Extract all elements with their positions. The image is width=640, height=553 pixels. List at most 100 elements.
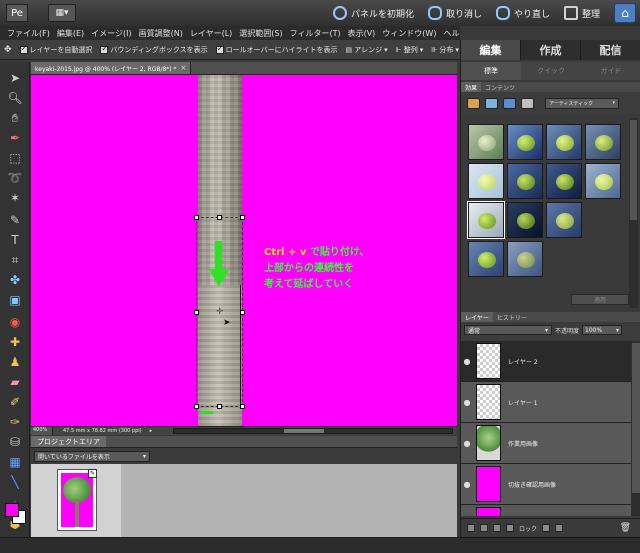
tab-edit[interactable]: 編集 <box>461 40 521 60</box>
workspace-menu-button[interactable]: ▦▾ <box>48 4 76 22</box>
transform-handle[interactable] <box>194 404 199 409</box>
home-button[interactable]: ⌂ <box>614 3 636 23</box>
transform-handle[interactable] <box>240 215 245 220</box>
eye-icon[interactable]: ● <box>461 357 473 366</box>
layer-row[interactable]: ● 作業用画像 <box>461 423 631 464</box>
effect-thumbnail[interactable] <box>585 163 621 199</box>
menu-image[interactable]: イメージ(I) <box>91 28 131 39</box>
document-tab[interactable]: keyaki-2015.jpg @ 400% (レイヤー 2, RGB/8*) … <box>31 62 192 74</box>
clone-stamp-tool-icon[interactable]: ♟ <box>7 354 23 370</box>
eye-icon[interactable]: ● <box>461 480 473 489</box>
transform-handle[interactable] <box>217 215 222 220</box>
recompose-tool-icon[interactable]: ▣ <box>7 292 23 308</box>
effect-thumbnail[interactable] <box>468 124 504 160</box>
eraser-tool-icon[interactable]: ▰ <box>7 374 23 390</box>
magic-wand-tool-icon[interactable]: ✶ <box>7 190 23 206</box>
photo-effects-icon[interactable] <box>503 97 516 109</box>
show-files-dropdown[interactable]: 開いているファイルを表示 ▾ <box>34 450 150 462</box>
tab-create[interactable]: 作成 <box>521 40 581 60</box>
menu-file[interactable]: ファイル(F) <box>7 28 50 39</box>
effects-category-dropdown[interactable]: アーティスティック ▾ <box>545 97 619 109</box>
new-layer-icon[interactable] <box>467 524 475 532</box>
move-tool-icon[interactable]: ➤ <box>7 70 23 86</box>
menu-filter[interactable]: フィルター(T) <box>290 28 341 39</box>
tab-content[interactable]: コンテンツ <box>481 82 519 92</box>
hand-tool-icon[interactable]: ✋︎ <box>7 110 23 126</box>
auto-select-checkbox[interactable]: レイヤーを自動選択 <box>19 44 92 55</box>
zoom-field[interactable]: 400% <box>31 427 53 435</box>
menu-view[interactable]: 表示(V) <box>348 28 376 39</box>
tab-effects[interactable]: 効果 <box>461 82 482 92</box>
red-eye-tool-icon[interactable]: ◉ <box>7 314 23 330</box>
effect-thumbnail[interactable] <box>546 163 582 199</box>
effect-thumbnail[interactable] <box>467 201 505 239</box>
info-arrow-icon[interactable]: ▸ <box>150 428 153 434</box>
layer-row[interactable]: ● 切抜き確認用画像 <box>461 464 631 505</box>
type-tool-icon[interactable]: T <box>7 232 23 248</box>
menu-edit[interactable]: 編集(E) <box>57 28 84 39</box>
redo-button[interactable]: やり直し <box>495 6 550 20</box>
effect-thumbnail[interactable] <box>468 241 504 277</box>
tab-layers[interactable]: レイヤー <box>461 312 493 322</box>
new-group-icon[interactable] <box>480 524 488 532</box>
menu-enhance[interactable]: 画質調整(N) <box>139 28 183 39</box>
effect-thumbnail[interactable] <box>468 163 504 199</box>
crop-tool-icon[interactable]: ⌗ <box>7 252 23 268</box>
transform-handle[interactable] <box>194 215 199 220</box>
align-dropdown[interactable]: ⊩ 整列 ▾ <box>396 45 424 55</box>
trash-icon[interactable]: 🗑︎ <box>620 523 631 533</box>
all-effects-icon[interactable] <box>521 97 534 109</box>
effect-thumbnail[interactable] <box>507 241 543 277</box>
tab-guided[interactable]: ガイド <box>581 62 640 80</box>
lock-transparent-icon[interactable] <box>542 524 551 532</box>
canvas[interactable]: ✛ ➤ Ctrl + v で貼り付け、 上部からの連続性を 考えて延ばしていく <box>31 75 457 426</box>
layer-row[interactable]: ● レイヤー 2 <box>461 341 631 382</box>
distribute-dropdown[interactable]: ⊪ 分布 ▾ <box>431 45 459 55</box>
zoom-tool-icon[interactable]: 🔍︎ <box>7 90 23 106</box>
link-layers-icon[interactable] <box>506 524 514 532</box>
menu-layer[interactable]: レイヤー(L) <box>190 28 232 39</box>
eyedropper-tool-icon[interactable]: ✒ <box>7 130 23 146</box>
menu-select[interactable]: 選択範囲(S) <box>239 28 282 39</box>
organize-button[interactable]: 整理 <box>563 6 600 20</box>
transform-handle[interactable] <box>240 404 245 409</box>
rollover-checkbox[interactable]: ロールオーバーにハイライトを表示 <box>215 44 337 55</box>
tab-share[interactable]: 配信 <box>581 40 640 60</box>
menu-window[interactable]: ウィンドウ(W) <box>382 28 436 39</box>
close-icon[interactable]: × <box>181 64 187 72</box>
transform-handle[interactable] <box>240 310 245 315</box>
lock-all-icon[interactable] <box>555 524 564 532</box>
effect-thumbnail[interactable] <box>585 124 621 160</box>
transform-handle[interactable] <box>194 310 199 315</box>
brush-tool-icon[interactable]: ✐ <box>7 394 23 410</box>
reset-panels-button[interactable]: パネルを初期化 <box>332 6 414 20</box>
cookie-cutter-tool-icon[interactable]: ✤ <box>7 272 23 288</box>
horizontal-scrollbar[interactable] <box>173 428 453 434</box>
effect-thumbnail[interactable] <box>507 202 543 238</box>
effects-scrollbar[interactable] <box>629 118 638 308</box>
scrollbar-thumb[interactable] <box>284 429 324 433</box>
effect-thumbnail[interactable] <box>507 124 543 160</box>
project-thumbnail[interactable]: ✎ <box>57 469 97 531</box>
layer-styles-icon[interactable] <box>485 97 498 109</box>
transform-handle[interactable] <box>217 404 222 409</box>
filters-icon[interactable] <box>467 97 480 109</box>
effect-thumbnail[interactable] <box>507 163 543 199</box>
eye-icon[interactable]: ● <box>461 439 473 448</box>
adjustment-layer-icon[interactable] <box>493 524 501 532</box>
bounding-box-checkbox[interactable]: バウンディングボックスを表示 <box>100 44 208 55</box>
undo-button[interactable]: 取り消し <box>427 6 482 20</box>
marquee-tool-icon[interactable]: ⬚ <box>7 150 23 166</box>
eye-icon[interactable]: ● <box>461 398 473 407</box>
project-area-tab[interactable]: プロジェクトエリア <box>31 436 106 447</box>
scrollbar-thumb[interactable] <box>632 343 640 493</box>
effect-thumbnail[interactable] <box>546 202 582 238</box>
paint-bucket-tool-icon[interactable]: ⛁ <box>7 434 23 450</box>
arrange-dropdown[interactable]: ▤ アレンジ ▾ <box>345 45 387 55</box>
tab-history[interactable]: ヒストリー <box>493 312 531 322</box>
healing-brush-tool-icon[interactable]: ✚ <box>7 334 23 350</box>
menu-help[interactable]: ヘルプ(H) <box>443 28 460 39</box>
blend-mode-dropdown[interactable]: 通常 ▾ <box>464 325 552 335</box>
apply-effect-button[interactable]: 適用 <box>571 294 629 305</box>
effect-thumbnail[interactable] <box>546 124 582 160</box>
